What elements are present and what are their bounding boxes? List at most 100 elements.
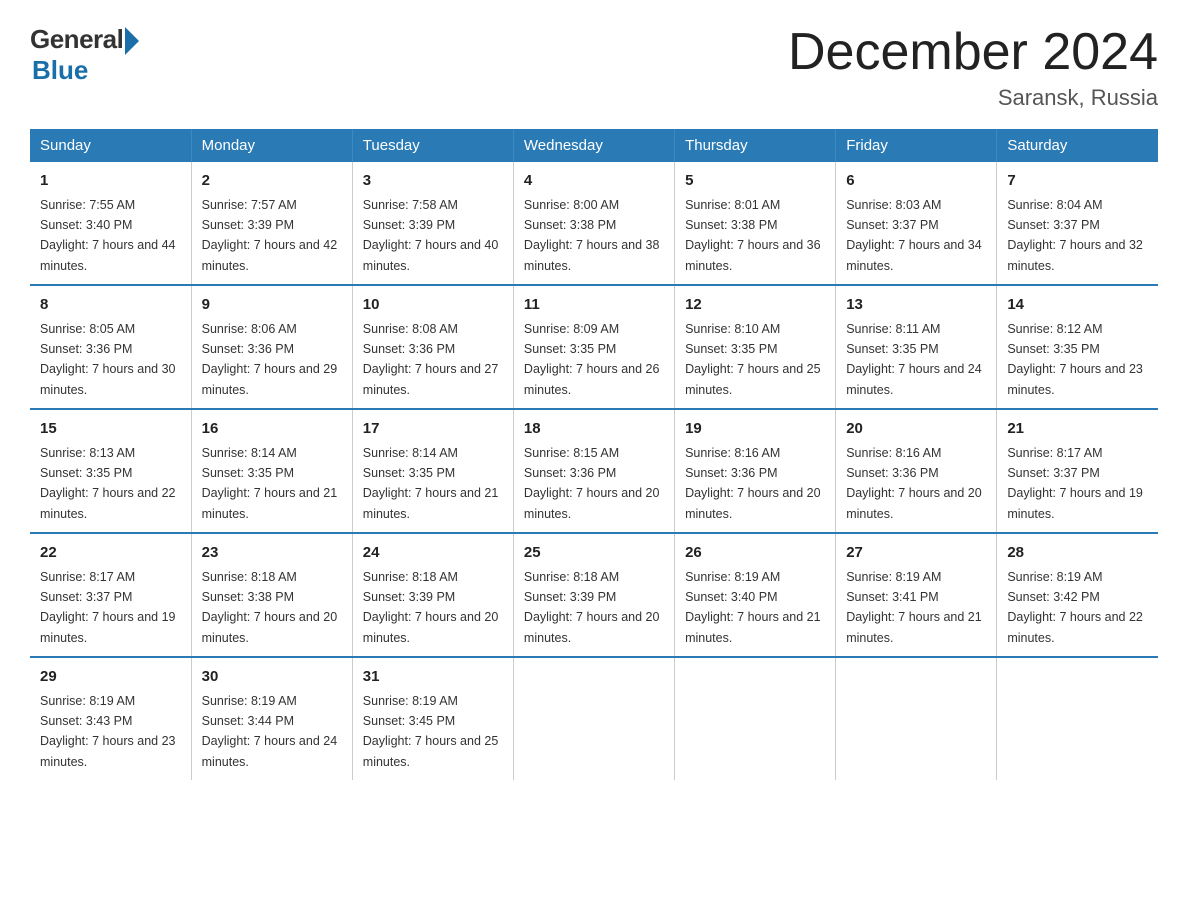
page-header: General Blue December 2024 Saransk, Russ…: [30, 24, 1158, 111]
calendar-day-cell: 10Sunrise: 8:08 AMSunset: 3:36 PMDayligh…: [352, 285, 513, 409]
day-of-week-header: Saturday: [997, 129, 1158, 162]
title-block: December 2024 Saransk, Russia: [788, 24, 1158, 111]
calendar-day-cell: 20 Sunrise: 8:16 AMSunset: 3:36 PMDayligh…: [836, 409, 997, 533]
day-info: Sunrise: 8:03 AMSunset: 3:37 PMDaylight:…: [846, 198, 982, 273]
day-info: Sunrise: 8:14 AMSunset: 3:35 PMDaylight:…: [363, 446, 499, 521]
day-number: 15: [40, 418, 181, 441]
day-of-week-header: Wednesday: [513, 129, 674, 162]
calendar-title: December 2024: [788, 24, 1158, 81]
day-info: Sunrise: 8:19 AMSunset: 3:42 PMDaylight:…: [1007, 570, 1143, 645]
calendar-day-cell: 18Sunrise: 8:15 AMSunset: 3:36 PMDayligh…: [513, 409, 674, 533]
day-info: Sunrise: 8:18 AMSunset: 3:39 PMDaylight:…: [524, 570, 660, 645]
calendar-day-cell: 14 Sunrise: 8:12 AMSunset: 3:35 PMDayligh…: [997, 285, 1158, 409]
calendar-week-row: 8 Sunrise: 8:05 AMSunset: 3:36 PMDaylight…: [30, 285, 1158, 409]
day-info: Sunrise: 8:15 AMSunset: 3:36 PMDaylight:…: [524, 446, 660, 521]
day-number: 19: [685, 418, 825, 441]
day-of-week-header: Monday: [191, 129, 352, 162]
calendar-day-cell: 21 Sunrise: 8:17 AMSunset: 3:37 PMDayligh…: [997, 409, 1158, 533]
day-number: 1: [40, 170, 181, 193]
day-info: Sunrise: 8:16 AMSunset: 3:36 PMDaylight:…: [846, 446, 982, 521]
calendar-day-cell: 22 Sunrise: 8:17 AMSunset: 3:37 PMDayligh…: [30, 533, 191, 657]
day-info: Sunrise: 8:19 AMSunset: 3:44 PMDaylight:…: [202, 694, 338, 769]
calendar-day-cell: [997, 657, 1158, 780]
day-number: 21: [1007, 418, 1148, 441]
logo-triangle-icon: [125, 27, 139, 55]
calendar-day-cell: 2 Sunrise: 7:57 AMSunset: 3:39 PMDaylight…: [191, 162, 352, 285]
calendar-day-cell: 27 Sunrise: 8:19 AMSunset: 3:41 PMDayligh…: [836, 533, 997, 657]
calendar-day-cell: 30 Sunrise: 8:19 AMSunset: 3:44 PMDayligh…: [191, 657, 352, 780]
day-info: Sunrise: 7:58 AMSunset: 3:39 PMDaylight:…: [363, 198, 499, 273]
day-number: 25: [524, 542, 664, 565]
day-number: 4: [524, 170, 664, 193]
calendar-subtitle: Saransk, Russia: [788, 85, 1158, 111]
day-info: Sunrise: 8:06 AMSunset: 3:36 PMDaylight:…: [202, 322, 338, 397]
day-number: 11: [524, 294, 664, 317]
calendar-day-cell: 28 Sunrise: 8:19 AMSunset: 3:42 PMDayligh…: [997, 533, 1158, 657]
calendar-day-cell: [836, 657, 997, 780]
day-info: Sunrise: 8:10 AMSunset: 3:35 PMDaylight:…: [685, 322, 821, 397]
day-info: Sunrise: 8:18 AMSunset: 3:39 PMDaylight:…: [363, 570, 499, 645]
calendar-day-cell: 9Sunrise: 8:06 AMSunset: 3:36 PMDaylight…: [191, 285, 352, 409]
calendar-day-cell: 26Sunrise: 8:19 AMSunset: 3:40 PMDayligh…: [675, 533, 836, 657]
day-number: 22: [40, 542, 181, 565]
calendar-table: SundayMondayTuesdayWednesdayThursdayFrid…: [30, 129, 1158, 780]
day-info: Sunrise: 8:18 AMSunset: 3:38 PMDaylight:…: [202, 570, 338, 645]
day-number: 20: [846, 418, 986, 441]
day-info: Sunrise: 7:57 AMSunset: 3:39 PMDaylight:…: [202, 198, 338, 273]
calendar-day-cell: 7Sunrise: 8:04 AMSunset: 3:37 PMDaylight…: [997, 162, 1158, 285]
calendar-day-cell: 11 Sunrise: 8:09 AMSunset: 3:35 PMDayligh…: [513, 285, 674, 409]
day-info: Sunrise: 8:08 AMSunset: 3:36 PMDaylight:…: [363, 322, 499, 397]
calendar-day-cell: 13Sunrise: 8:11 AMSunset: 3:35 PMDayligh…: [836, 285, 997, 409]
day-number: 14: [1007, 294, 1148, 317]
day-number: 29: [40, 666, 181, 689]
day-info: Sunrise: 8:16 AMSunset: 3:36 PMDaylight:…: [685, 446, 821, 521]
day-info: Sunrise: 8:17 AMSunset: 3:37 PMDaylight:…: [1007, 446, 1143, 521]
calendar-day-cell: 3 Sunrise: 7:58 AMSunset: 3:39 PMDaylight…: [352, 162, 513, 285]
calendar-day-cell: 31Sunrise: 8:19 AMSunset: 3:45 PMDayligh…: [352, 657, 513, 780]
calendar-day-cell: 24 Sunrise: 8:18 AMSunset: 3:39 PMDayligh…: [352, 533, 513, 657]
calendar-body: 1 Sunrise: 7:55 AMSunset: 3:40 PMDaylight…: [30, 162, 1158, 780]
calendar-week-row: 15Sunrise: 8:13 AMSunset: 3:35 PMDayligh…: [30, 409, 1158, 533]
day-info: Sunrise: 8:17 AMSunset: 3:37 PMDaylight:…: [40, 570, 176, 645]
day-info: Sunrise: 8:12 AMSunset: 3:35 PMDaylight:…: [1007, 322, 1143, 397]
calendar-week-row: 29 Sunrise: 8:19 AMSunset: 3:43 PMDayligh…: [30, 657, 1158, 780]
day-info: Sunrise: 8:19 AMSunset: 3:41 PMDaylight:…: [846, 570, 982, 645]
calendar-header: SundayMondayTuesdayWednesdayThursdayFrid…: [30, 129, 1158, 162]
calendar-day-cell: 17 Sunrise: 8:14 AMSunset: 3:35 PMDayligh…: [352, 409, 513, 533]
day-of-week-header: Thursday: [675, 129, 836, 162]
calendar-day-cell: 23Sunrise: 8:18 AMSunset: 3:38 PMDayligh…: [191, 533, 352, 657]
calendar-day-cell: 15Sunrise: 8:13 AMSunset: 3:35 PMDayligh…: [30, 409, 191, 533]
day-number: 3: [363, 170, 503, 193]
day-number: 28: [1007, 542, 1148, 565]
day-number: 27: [846, 542, 986, 565]
day-info: Sunrise: 8:05 AMSunset: 3:36 PMDaylight:…: [40, 322, 176, 397]
calendar-day-cell: 6Sunrise: 8:03 AMSunset: 3:37 PMDaylight…: [836, 162, 997, 285]
calendar-day-cell: 5Sunrise: 8:01 AMSunset: 3:38 PMDaylight…: [675, 162, 836, 285]
calendar-day-cell: 1 Sunrise: 7:55 AMSunset: 3:40 PMDaylight…: [30, 162, 191, 285]
day-of-week-header: Tuesday: [352, 129, 513, 162]
day-number: 2: [202, 170, 342, 193]
calendar-day-cell: 16Sunrise: 8:14 AMSunset: 3:35 PMDayligh…: [191, 409, 352, 533]
calendar-week-row: 1 Sunrise: 7:55 AMSunset: 3:40 PMDaylight…: [30, 162, 1158, 285]
day-info: Sunrise: 7:55 AMSunset: 3:40 PMDaylight:…: [40, 198, 176, 273]
day-number: 17: [363, 418, 503, 441]
day-number: 8: [40, 294, 181, 317]
calendar-day-cell: 12 Sunrise: 8:10 AMSunset: 3:35 PMDayligh…: [675, 285, 836, 409]
day-info: Sunrise: 8:01 AMSunset: 3:38 PMDaylight:…: [685, 198, 821, 273]
calendar-day-cell: [513, 657, 674, 780]
calendar-week-row: 22 Sunrise: 8:17 AMSunset: 3:37 PMDayligh…: [30, 533, 1158, 657]
day-number: 13: [846, 294, 986, 317]
day-info: Sunrise: 8:04 AMSunset: 3:37 PMDaylight:…: [1007, 198, 1143, 273]
day-number: 24: [363, 542, 503, 565]
day-info: Sunrise: 8:19 AMSunset: 3:45 PMDaylight:…: [363, 694, 499, 769]
day-info: Sunrise: 8:00 AMSunset: 3:38 PMDaylight:…: [524, 198, 660, 273]
day-number: 30: [202, 666, 342, 689]
calendar-day-cell: 8 Sunrise: 8:05 AMSunset: 3:36 PMDaylight…: [30, 285, 191, 409]
logo-general-text: General: [30, 24, 123, 55]
calendar-day-cell: 25 Sunrise: 8:18 AMSunset: 3:39 PMDayligh…: [513, 533, 674, 657]
logo: General Blue: [30, 24, 139, 86]
day-info: Sunrise: 8:09 AMSunset: 3:35 PMDaylight:…: [524, 322, 660, 397]
day-number: 12: [685, 294, 825, 317]
calendar-day-cell: [675, 657, 836, 780]
day-info: Sunrise: 8:19 AMSunset: 3:43 PMDaylight:…: [40, 694, 176, 769]
